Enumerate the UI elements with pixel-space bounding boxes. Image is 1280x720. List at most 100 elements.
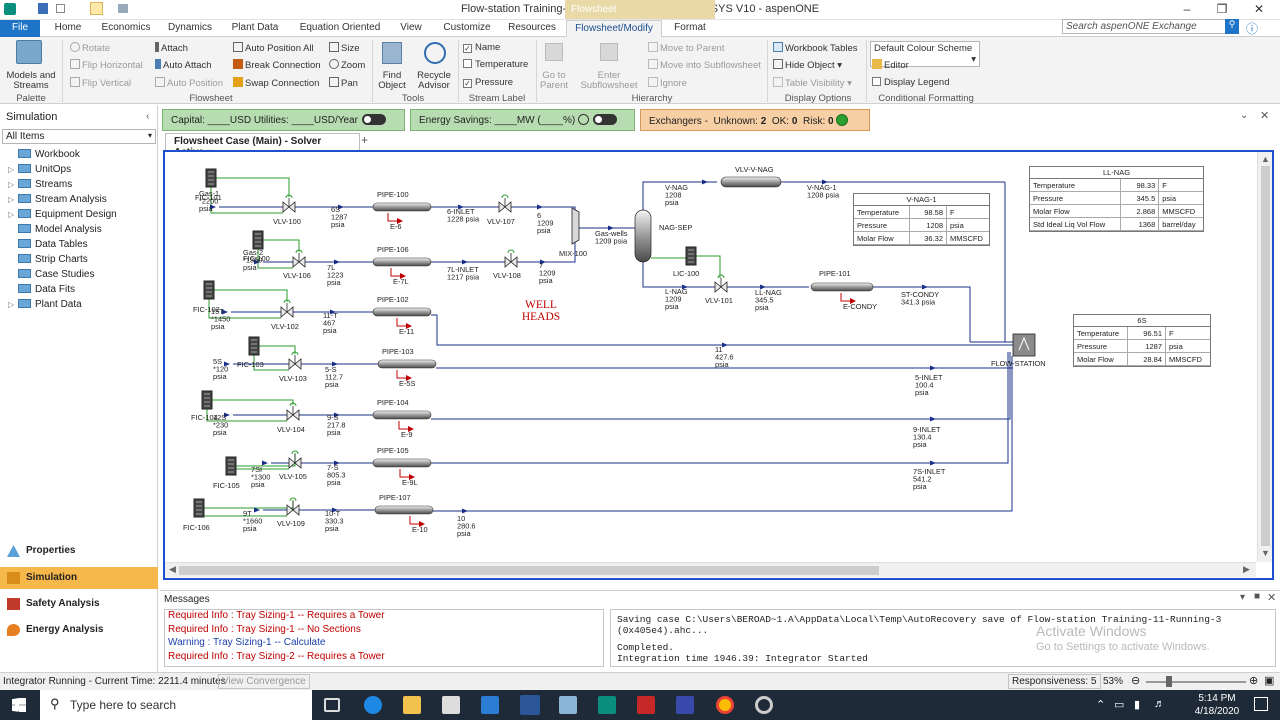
search-input[interactable]: Search aspenONE Exchange bbox=[1062, 19, 1226, 34]
capital-toggle[interactable] bbox=[361, 114, 386, 125]
auto-position-all-button[interactable]: Auto Position All bbox=[233, 42, 314, 54]
acrobat-icon[interactable] bbox=[637, 696, 655, 714]
help-icon[interactable]: ⓘ bbox=[1246, 20, 1258, 37]
energy-stream-label[interactable]: E-10 bbox=[412, 525, 428, 534]
capital-panel[interactable]: Capital: ____USD Utilities: ____USD/Year bbox=[162, 109, 405, 131]
pressure-checkbox[interactable]: ✓ Pressure bbox=[463, 77, 513, 88]
rotate-button[interactable]: Rotate bbox=[70, 42, 110, 54]
tree-item-streams[interactable]: ▷ Streams bbox=[0, 179, 158, 194]
collapse-pane-icon[interactable]: ‹ bbox=[146, 111, 149, 122]
view-convergence-button[interactable]: View Convergence bbox=[218, 674, 310, 689]
pipe-segment-icon[interactable] bbox=[810, 282, 874, 292]
tab-flowsheet-case[interactable]: Flowsheet Case (Main) - Solver Active × bbox=[165, 133, 360, 158]
swap-connection-button[interactable]: Swap Connection bbox=[233, 77, 319, 89]
stream-label[interactable]: psia bbox=[331, 220, 345, 229]
valve-label[interactable]: VLV-100 bbox=[273, 217, 301, 226]
tab-customize[interactable]: Customize bbox=[440, 20, 494, 37]
separator-label[interactable]: NAG-SEP bbox=[659, 223, 692, 232]
zoom-out-icon[interactable]: ⊖ bbox=[1131, 674, 1140, 687]
pipe-segment-icon[interactable] bbox=[372, 202, 432, 212]
table-6s[interactable]: 6S Temperature 96.51 F Pressure 1287 psia Mola… bbox=[1073, 314, 1211, 367]
valve-label[interactable]: VLV-108 bbox=[493, 271, 521, 280]
flow-station-label[interactable]: FLOW-STATION bbox=[991, 359, 1046, 368]
tab-resources[interactable]: Resources bbox=[506, 20, 558, 37]
minimize-icon[interactable]: – bbox=[1174, 2, 1200, 18]
stream-label[interactable]: 1209 psia bbox=[595, 237, 628, 246]
stream-label[interactable]: psia bbox=[537, 226, 551, 235]
volume-icon[interactable]: ♬ bbox=[1154, 698, 1165, 710]
windows-start-icon[interactable] bbox=[12, 698, 26, 712]
energy-stream-label[interactable]: E-11 bbox=[399, 327, 414, 336]
table-v-nag-1[interactable]: V-NAG-1 Temperature 98.58 F Pressure 1208 psi… bbox=[853, 193, 990, 246]
temperature-checkbox[interactable]: Temperature bbox=[463, 59, 528, 70]
stream-label[interactable]: psia bbox=[915, 388, 929, 397]
flip-horizontal-button[interactable]: Flip Horizontal bbox=[70, 59, 143, 71]
fic-label[interactable]: FIC-106 bbox=[183, 523, 210, 532]
valve-label[interactable]: VLV-101 bbox=[705, 296, 733, 305]
stream-label[interactable]: psia bbox=[913, 482, 927, 491]
file-explorer-icon[interactable] bbox=[403, 696, 421, 714]
pipe-segment-icon[interactable] bbox=[372, 458, 432, 468]
go-to-parent-icon[interactable] bbox=[545, 43, 563, 61]
table-ll-nag[interactable]: LL-NAG Temperature 98.33 F Pressure 345.5 psi… bbox=[1029, 166, 1204, 232]
hide-object-button[interactable]: Hide Object ▾ bbox=[773, 59, 842, 71]
tab-flowsheet-modify[interactable]: Flowsheet/Modify bbox=[566, 20, 662, 37]
chrome-icon[interactable] bbox=[716, 696, 734, 714]
chevron-down-icon[interactable]: ⌄ bbox=[1240, 110, 1248, 121]
well-stream-label[interactable]: psia bbox=[251, 480, 265, 489]
stream-label[interactable]: 1228 psia bbox=[447, 215, 480, 224]
find-object-button[interactable]: Find Object bbox=[374, 71, 410, 91]
stream-label[interactable]: psia bbox=[665, 198, 679, 207]
pin-icon[interactable]: ▾ bbox=[1240, 592, 1245, 603]
tree-item-plant-data[interactable]: ▷ Plant Data bbox=[0, 299, 158, 314]
tree-item-unitops[interactable]: ▷ UnitOps bbox=[0, 164, 158, 179]
stream-label[interactable]: psia bbox=[913, 440, 927, 449]
energy-stream-label[interactable]: E-6 bbox=[390, 222, 402, 231]
stream-label[interactable]: psia bbox=[539, 276, 553, 285]
models-streams-button[interactable]: Models and Streams bbox=[2, 71, 60, 91]
network-icon[interactable]: ▭ bbox=[1114, 698, 1124, 711]
stream-label[interactable]: psia bbox=[325, 380, 339, 389]
pipe-label[interactable]: PIPE-102 bbox=[377, 295, 409, 304]
stream-label[interactable]: psia bbox=[323, 326, 337, 335]
add-tab-icon[interactable]: + bbox=[361, 133, 368, 147]
stream-label[interactable]: psia bbox=[457, 529, 471, 538]
stream-label[interactable]: psia bbox=[755, 303, 769, 312]
tab-dynamics[interactable]: Dynamics bbox=[164, 20, 216, 37]
vertical-scrollbar[interactable]: ▲ ▼ bbox=[1257, 152, 1272, 562]
scroll-left-icon[interactable]: ◀ bbox=[169, 564, 176, 575]
well-stream-label[interactable]: psia bbox=[243, 263, 257, 272]
settings-icon[interactable] bbox=[755, 696, 773, 714]
well-stream-label[interactable]: psia bbox=[213, 372, 227, 381]
valve-label[interactable]: VLV-103 bbox=[279, 374, 307, 383]
clock-date[interactable]: 4/18/2020 bbox=[1190, 706, 1244, 717]
pipe-label[interactable]: PIPE-100 bbox=[377, 190, 409, 199]
tree-item-stream-analysis[interactable]: ▷ Stream Analysis bbox=[0, 194, 158, 209]
close-icon[interactable]: ✕ bbox=[1246, 2, 1272, 18]
stream-label[interactable]: 1217 psia bbox=[447, 273, 480, 282]
fic-label[interactable]: FIC-105 bbox=[213, 481, 240, 490]
tab-equation-oriented[interactable]: Equation Oriented bbox=[296, 20, 384, 37]
controller-label[interactable]: LIC-100 bbox=[673, 269, 699, 278]
valve-label[interactable]: VLV-102 bbox=[271, 322, 299, 331]
energy-stream-label[interactable]: E-7L bbox=[393, 277, 409, 286]
filter-select[interactable]: All Items ▾ bbox=[2, 129, 156, 144]
energy-stream-label[interactable]: E-CONDY bbox=[843, 302, 877, 311]
pipe-segment-icon[interactable] bbox=[372, 307, 432, 317]
auto-attach-button[interactable]: Auto Attach bbox=[155, 59, 212, 71]
pan-button[interactable]: Pan bbox=[329, 77, 358, 89]
tree-item-model-analysis[interactable]: Model Analysis bbox=[0, 224, 158, 239]
tray-chevron-icon[interactable]: ⌃ bbox=[1096, 698, 1105, 711]
stream-label[interactable]: psia bbox=[715, 360, 729, 369]
hysys-icon[interactable] bbox=[598, 696, 616, 714]
valve-vnag-icon[interactable] bbox=[720, 176, 782, 188]
stream-label[interactable]: psia bbox=[327, 478, 341, 487]
tree-item-equipment-design[interactable]: ▷ Equipment Design bbox=[0, 209, 158, 224]
energy-stream-label[interactable]: E-9L bbox=[402, 478, 418, 487]
workbook-tables-button[interactable]: Workbook Tables bbox=[773, 42, 858, 54]
tree-item-data-fits[interactable]: Data Fits bbox=[0, 284, 158, 299]
zoom-slider-thumb[interactable] bbox=[1166, 676, 1172, 687]
pipe-label[interactable]: PIPE-104 bbox=[377, 398, 409, 407]
tab-format[interactable]: Format bbox=[668, 20, 712, 37]
name-checkbox[interactable]: ✓ Name bbox=[463, 42, 500, 53]
